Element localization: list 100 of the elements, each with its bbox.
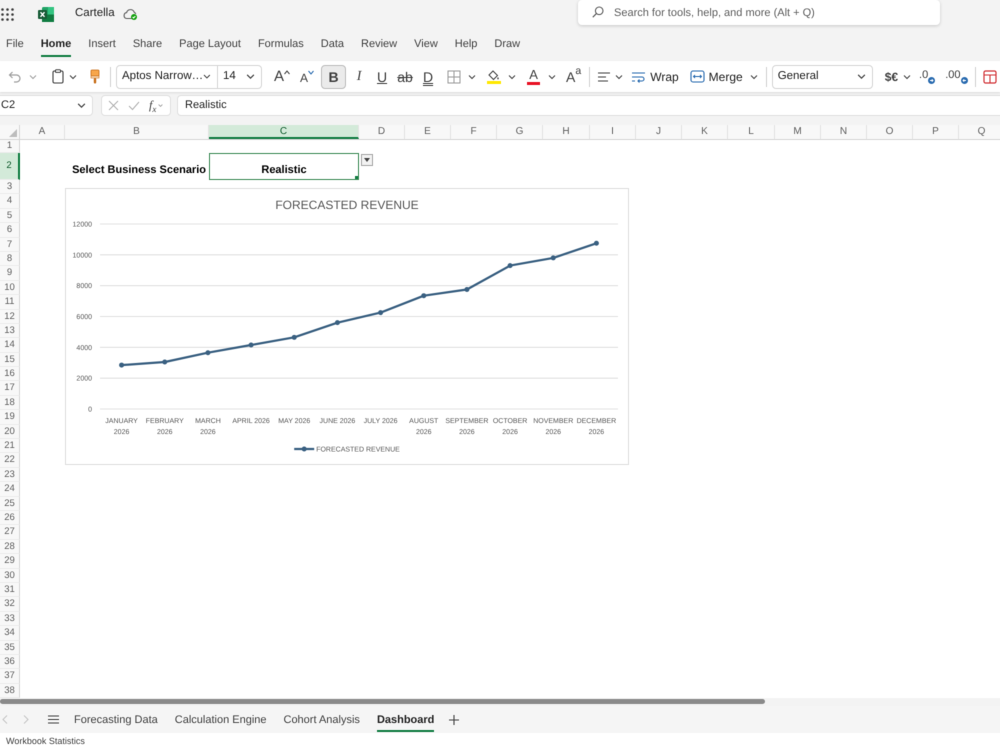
row-header[interactable]: 31: [0, 582, 20, 598]
row-header[interactable]: 9: [0, 266, 20, 281]
row-header[interactable]: 7: [0, 238, 20, 252]
menu-tab[interactable]: Insert: [88, 34, 116, 57]
row-header[interactable]: 2: [0, 153, 20, 180]
row-header[interactable]: 33: [0, 612, 20, 626]
row-header[interactable]: 37: [0, 669, 20, 684]
chevron-down-icon[interactable]: [508, 72, 516, 80]
column-header[interactable]: H: [543, 125, 590, 139]
align-left-icon[interactable]: [597, 70, 612, 82]
column-header[interactable]: C: [209, 125, 359, 139]
row-header[interactable]: 4: [0, 194, 20, 209]
scrollbar-thumb[interactable]: [0, 699, 765, 704]
menu-tab[interactable]: Home: [40, 34, 72, 57]
menu-tab[interactable]: Page Layout: [179, 34, 241, 57]
dropdown-cell[interactable]: Realistic: [209, 153, 359, 180]
increase-font-size-button[interactable]: A: [270, 64, 294, 88]
row-header[interactable]: 25: [0, 496, 20, 511]
row-header[interactable]: 16: [0, 367, 20, 382]
paintbrush-icon[interactable]: [90, 69, 100, 84]
column-header[interactable]: P: [913, 125, 959, 139]
column-header[interactable]: L: [728, 125, 775, 139]
column-header[interactable]: E: [405, 125, 451, 139]
italic-button[interactable]: I: [349, 64, 370, 88]
undo-icon[interactable]: [8, 70, 22, 84]
formula-field[interactable]: Realistic: [177, 95, 1000, 116]
menu-tab[interactable]: File: [6, 34, 24, 57]
decrease-font-size-button[interactable]: A: [296, 64, 318, 88]
row-header[interactable]: 38: [0, 684, 20, 698]
merge-button[interactable]: Merge: [686, 64, 762, 88]
sheet-tab[interactable]: Calculation Engine: [174, 710, 266, 732]
chevron-down-icon[interactable]: [548, 72, 556, 80]
row-header[interactable]: 12: [0, 310, 20, 324]
row-header[interactable]: 19: [0, 410, 20, 425]
paint-bucket-icon[interactable]: [487, 69, 502, 84]
menu-tab[interactable]: Formulas: [258, 34, 304, 57]
menu-tab[interactable]: Review: [361, 34, 398, 57]
app-launcher-icon[interactable]: [1, 8, 14, 20]
wrap-text-button[interactable]: Wrap: [627, 64, 683, 88]
row-header[interactable]: 18: [0, 396, 20, 410]
menu-tab[interactable]: Data: [320, 34, 344, 57]
row-header[interactable]: 8: [0, 252, 20, 266]
row-header[interactable]: 11: [0, 295, 20, 310]
row-header[interactable]: 27: [0, 525, 20, 540]
search-field[interactable]: Search for tools, help, and more (Alt + Q): [578, 0, 940, 25]
column-header[interactable]: D: [359, 125, 405, 139]
underline-button[interactable]: U: [372, 64, 392, 88]
menu-tab[interactable]: View: [414, 34, 438, 57]
column-header[interactable]: J: [636, 125, 682, 139]
row-header[interactable]: 14: [0, 338, 20, 353]
document-title[interactable]: Cartella: [75, 7, 115, 21]
font-color-button[interactable]: A: [523, 64, 544, 88]
number-format-dropdown[interactable]: General: [772, 64, 873, 88]
sheet-tab[interactable]: Forecasting Data: [74, 710, 158, 732]
row-header[interactable]: 17: [0, 381, 20, 396]
double-underline-button[interactable]: D: [418, 64, 438, 88]
column-header[interactable]: N: [821, 125, 867, 139]
row-header[interactable]: 35: [0, 640, 20, 655]
row-header[interactable]: 13: [0, 324, 20, 338]
row-header[interactable]: 29: [0, 554, 20, 569]
column-header[interactable]: A: [20, 125, 65, 139]
sheet-tab[interactable]: Cohort Analysis: [284, 710, 360, 732]
chevron-down-icon[interactable]: [69, 72, 77, 80]
spreadsheet-logo-icon[interactable]: [38, 6, 54, 22]
menu-icon[interactable]: [48, 715, 59, 724]
row-header[interactable]: 34: [0, 626, 20, 640]
clipboard-icon[interactable]: [52, 69, 64, 84]
column-header[interactable]: Q: [959, 125, 1000, 139]
cloud-check-icon[interactable]: [122, 8, 138, 20]
row-header[interactable]: 10: [0, 280, 20, 296]
name-box[interactable]: C2: [0, 95, 93, 116]
font-size-dropdown[interactable]: 14: [218, 64, 262, 88]
row-header[interactable]: 15: [0, 352, 20, 368]
column-header[interactable]: F: [451, 125, 497, 139]
row-header[interactable]: 20: [0, 424, 20, 440]
currency-format-button[interactable]: $€: [882, 64, 900, 88]
font-name-dropdown[interactable]: Aptos Narrow…: [116, 64, 218, 88]
row-header[interactable]: 32: [0, 597, 20, 612]
chevron-down-icon[interactable]: [903, 72, 912, 80]
column-header[interactable]: I: [590, 125, 636, 139]
row-header[interactable]: 5: [0, 208, 20, 224]
column-header[interactable]: G: [497, 125, 543, 139]
bold-button[interactable]: B: [321, 64, 346, 88]
menu-tab[interactable]: Draw: [494, 34, 520, 57]
row-header[interactable]: 3: [0, 180, 20, 194]
chevron-down-icon[interactable]: [615, 72, 624, 80]
menu-tab[interactable]: Help: [454, 34, 478, 57]
table-icon[interactable]: [982, 70, 997, 84]
fill-handle[interactable]: [355, 176, 358, 179]
decrease-decimal-button[interactable]: .00: [942, 64, 971, 88]
column-header[interactable]: K: [682, 125, 728, 139]
row-header[interactable]: 6: [0, 223, 20, 238]
row-header[interactable]: 30: [0, 568, 20, 583]
row-header[interactable]: 22: [0, 453, 20, 468]
cell-dropdown-button[interactable]: [361, 154, 373, 166]
strikethrough-button[interactable]: ab: [395, 64, 416, 88]
plus-icon[interactable]: [449, 714, 460, 725]
increase-decimal-button[interactable]: .0: [916, 64, 938, 88]
text-styles-button[interactable]: A$^{a}$: [562, 64, 586, 88]
row-header[interactable]: 36: [0, 654, 20, 670]
